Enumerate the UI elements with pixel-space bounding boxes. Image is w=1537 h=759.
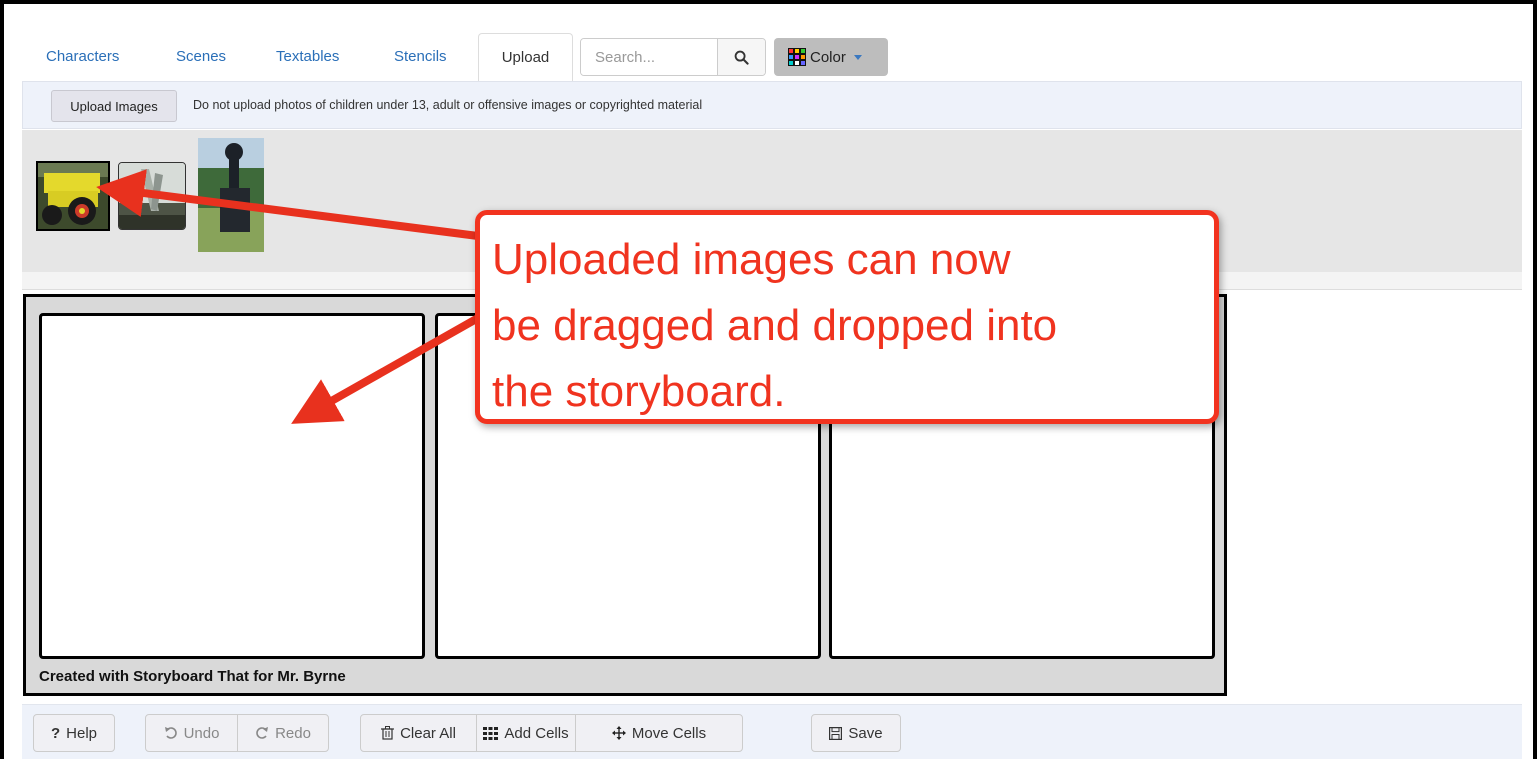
uploaded-image-truck[interactable]	[36, 161, 110, 231]
upload-toolbar: Upload Images Do not upload photos of ch…	[22, 81, 1522, 129]
move-cells-label: Move Cells	[631, 724, 707, 742]
help-button[interactable]: ? Help	[33, 714, 115, 752]
move-icon	[611, 726, 626, 740]
color-dropdown-button[interactable]: Color	[774, 38, 888, 76]
search-input[interactable]	[581, 39, 717, 75]
bottom-toolbar: ? Help Undo Redo Clear All Add Cells Mov…	[22, 704, 1522, 759]
redo-label: Redo	[275, 724, 311, 742]
storyboard-cell-1[interactable]	[39, 313, 425, 659]
save-label: Save	[848, 724, 883, 742]
uploaded-image-sculpture[interactable]	[118, 162, 186, 230]
save-button[interactable]: Save	[811, 714, 901, 752]
undo-label: Undo	[183, 724, 220, 742]
move-cells-button[interactable]: Move Cells	[575, 714, 743, 752]
library-tabbar: Characters Scenes Textables Stencils Upl…	[22, 33, 1522, 83]
trash-icon	[381, 726, 395, 740]
tab-characters[interactable]: Characters	[30, 33, 135, 81]
add-cells-button[interactable]: Add Cells	[476, 714, 576, 752]
redo-button[interactable]: Redo	[237, 714, 329, 752]
callout-line-1: Uploaded images can now	[492, 235, 1011, 284]
tab-upload[interactable]: Upload	[478, 33, 573, 83]
annotation-callout: Uploaded images can now be dragged and d…	[475, 210, 1219, 424]
question-icon: ?	[50, 724, 61, 742]
upload-notice: Do not upload photos of children under 1…	[193, 98, 703, 112]
redo-icon	[255, 726, 269, 740]
color-button-label: Color	[810, 48, 846, 66]
search-group	[580, 38, 766, 76]
grid-icon	[483, 726, 499, 740]
chevron-down-icon	[853, 54, 862, 60]
search-button[interactable]	[717, 39, 765, 75]
storyboard-credit: Created with Storyboard That for Mr. Byr…	[39, 668, 346, 685]
upload-images-button[interactable]: Upload Images	[51, 90, 177, 122]
callout-line-2: be dragged and dropped into	[492, 301, 1058, 350]
uploaded-image-monument[interactable]	[198, 138, 264, 252]
clear-all-button[interactable]: Clear All	[360, 714, 477, 752]
floppy-icon	[829, 726, 843, 740]
tab-scenes[interactable]: Scenes	[160, 33, 242, 81]
tab-textables[interactable]: Textables	[260, 33, 355, 81]
callout-line-3: the storyboard.	[492, 367, 786, 416]
search-icon	[734, 50, 749, 65]
help-label: Help	[66, 724, 98, 742]
undo-icon	[164, 726, 178, 740]
color-grid-icon	[788, 48, 806, 66]
add-cells-label: Add Cells	[504, 724, 569, 742]
tab-stencils[interactable]: Stencils	[378, 33, 463, 81]
undo-button[interactable]: Undo	[145, 714, 238, 752]
clear-all-label: Clear All	[400, 724, 456, 742]
